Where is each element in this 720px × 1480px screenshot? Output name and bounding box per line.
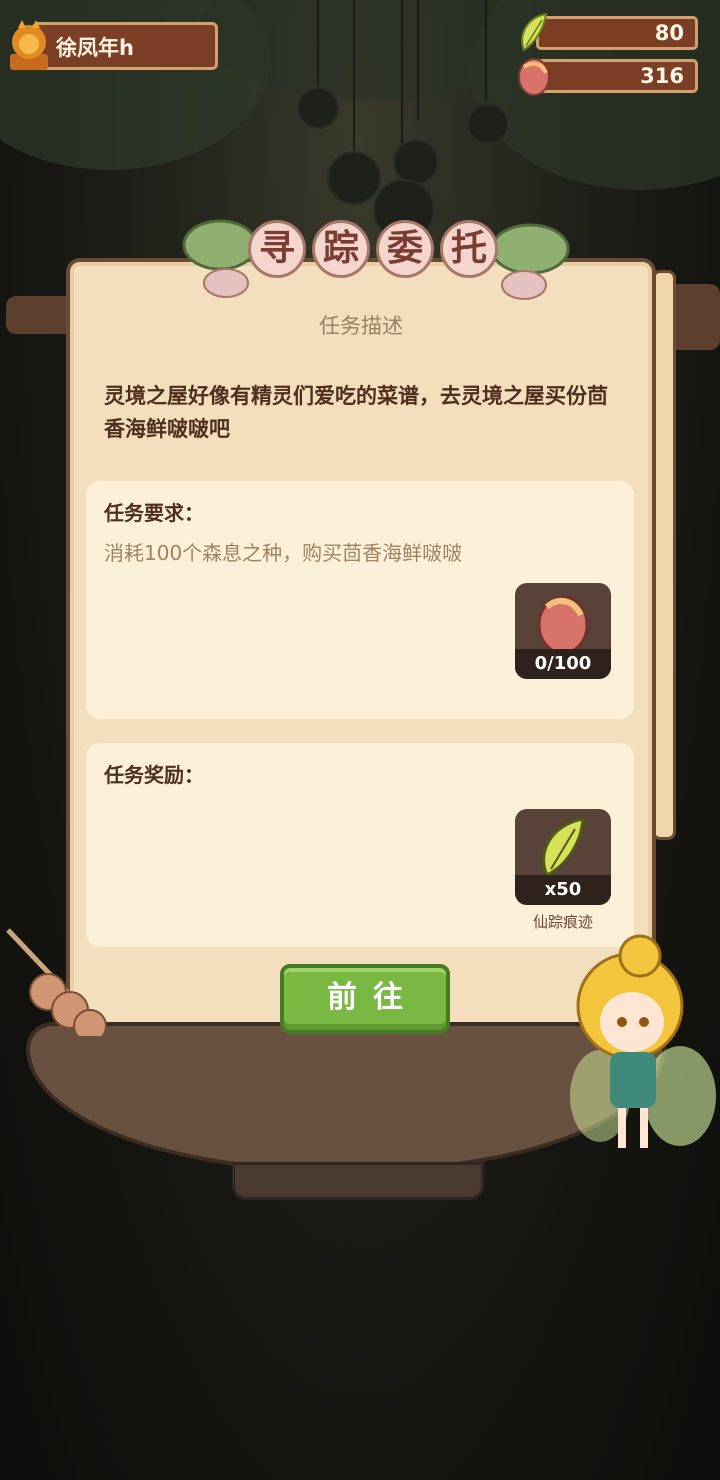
lion-head-icon: [6, 20, 52, 72]
title-char: 托: [440, 220, 498, 278]
fairy-wing-icon: [542, 817, 585, 878]
resource-value: 316: [640, 64, 684, 88]
requirement-item-slot[interactable]: 0/100: [515, 583, 611, 679]
resource-wing: 80: [521, 12, 698, 52]
requirement-label: 任务要求：: [104, 501, 204, 525]
reward-count: x50: [515, 875, 611, 905]
resource-value: 80: [654, 21, 684, 45]
reward-box: 任务奖励： x50 仙踪痕迹: [86, 743, 634, 947]
title-char: 寻: [248, 220, 306, 278]
seed-icon: [514, 53, 554, 97]
requirement-box: 任务要求： 消耗100个森息之种，购买茴香海鲜啵啵 0/100: [86, 481, 634, 719]
panel-title: 寻 踪 委 托: [180, 205, 570, 305]
section-subtitle: 任务描述: [319, 314, 403, 338]
requirement-text: 消耗100个森息之种，购买茴香海鲜啵啵: [104, 541, 463, 565]
title-char: 踪: [312, 220, 370, 278]
fairy-wing-icon: [514, 10, 554, 54]
reward-label: 任务奖励：: [104, 763, 204, 787]
player-name: 徐凤年h: [56, 36, 134, 60]
leaf-ornament-icon: [182, 219, 570, 300]
player-info[interactable]: 徐凤年h: [6, 20, 218, 72]
fairy-character: [540, 926, 720, 1176]
reward-item-slot[interactable]: x50: [515, 809, 611, 905]
resource-seed: 316: [518, 58, 698, 96]
go-button[interactable]: 前往: [280, 964, 450, 1034]
title-char: 委: [376, 220, 434, 278]
dango-skewer-icon: [0, 926, 120, 1043]
task-description: 灵境之屋好像有精灵们爱吃的菜谱，去灵境之屋买份茴香海鲜啵啵吧: [104, 384, 608, 441]
requirement-progress: 0/100: [515, 649, 611, 679]
seed-icon: [537, 595, 589, 655]
bowl-base: [232, 1162, 484, 1200]
